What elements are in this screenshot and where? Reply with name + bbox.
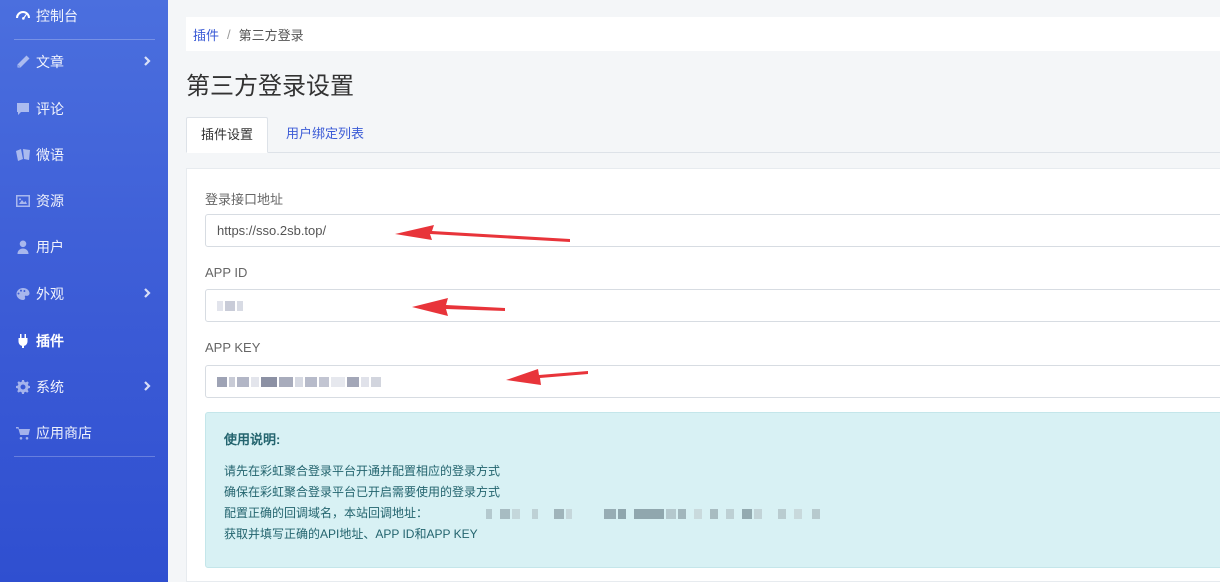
sidebar-item-label: 微语 [36, 147, 64, 163]
gear-icon [14, 378, 32, 396]
pencil-icon [14, 53, 32, 71]
sidebar-item-plugin[interactable]: 插件 [0, 329, 168, 353]
breadcrumb: 插件 / 第三方登录 [186, 17, 1220, 51]
sidebar-item-label: 控制台 [36, 8, 78, 24]
sidebar-item-label: 资源 [36, 193, 64, 209]
sidebar: 控制台 文章 评论 微语 资源 用户 外观 插件 系统 应用商店 [0, 0, 168, 582]
notice-line: 配置正确的回调域名，本站回调地址： [224, 503, 821, 524]
login-url-label: 登录接口地址 [205, 192, 284, 207]
app-key-label: APP KEY [205, 340, 261, 355]
sidebar-item-label: 插件 [36, 333, 64, 349]
sidebar-item-resource[interactable]: 资源 [0, 189, 168, 213]
sidebar-item-article[interactable]: 文章 [0, 50, 168, 74]
breadcrumb-link-plugin[interactable]: 插件 [193, 25, 219, 44]
sidebar-divider [14, 456, 155, 457]
sidebar-item-appearance[interactable]: 外观 [0, 282, 168, 306]
chevron-right-icon [140, 379, 154, 393]
gauge-icon [14, 7, 32, 25]
login-url-input[interactable]: https://sso.2sb.top/ [205, 214, 1220, 247]
sidebar-item-label: 用户 [36, 239, 64, 255]
chevron-right-icon [140, 286, 154, 300]
sidebar-item-label: 系统 [36, 379, 64, 395]
login-url-value: https://sso.2sb.top/ [217, 223, 327, 238]
sidebar-item-label: 文章 [36, 54, 64, 70]
sidebar-item-user[interactable]: 用户 [0, 235, 168, 259]
app-key-input[interactable] [205, 365, 1220, 398]
settings-panel: 登录接口地址 https://sso.2sb.top/ APP ID APP K… [186, 168, 1220, 582]
chevron-right-icon [140, 54, 154, 68]
app-id-label: APP ID [205, 265, 248, 280]
sidebar-item-app-store[interactable]: 应用商店 [0, 421, 168, 445]
sidebar-item-weiyu[interactable]: 微语 [0, 143, 168, 167]
tab-user-binding-list[interactable]: 用户绑定列表 [272, 117, 378, 153]
user-icon [14, 238, 32, 256]
app-key-blurred-value [217, 376, 381, 387]
sidebar-divider [14, 39, 155, 40]
cart-icon [14, 424, 32, 442]
breadcrumb-separator: / [227, 26, 231, 42]
notice-line: 确保在彩虹聚合登录平台已开启需要使用的登录方式 [224, 485, 501, 499]
notice-line: 获取并填写正确的API地址、APP ID和APP KEY [224, 527, 478, 541]
app-id-input[interactable] [205, 289, 1220, 322]
annotation-arrow-icon [395, 225, 570, 242]
tab-bar: 插件设置 用户绑定列表 [186, 117, 1220, 153]
sidebar-item-label: 评论 [36, 101, 64, 117]
message-icon [14, 146, 32, 164]
breadcrumb-current: 第三方登录 [238, 27, 304, 43]
notice-line: 请先在彩虹聚合登录平台开通并配置相应的登录方式 [224, 464, 501, 478]
tab-plugin-settings[interactable]: 插件设置 [186, 117, 269, 153]
page-title: 第三方登录设置 [186, 73, 354, 100]
sidebar-item-dashboard[interactable]: 控制台 [0, 4, 168, 28]
plug-icon [14, 332, 32, 350]
image-icon [14, 192, 32, 210]
annotation-arrow-icon [506, 369, 588, 385]
sidebar-item-label: 外观 [36, 286, 64, 302]
comment-icon [14, 100, 32, 118]
callback-url-blurred [486, 508, 821, 519]
sidebar-item-label: 应用商店 [36, 425, 92, 441]
app-id-blurred-value [217, 300, 243, 311]
sidebar-item-system[interactable]: 系统 [0, 375, 168, 399]
usage-notice: 使用说明: 请先在彩虹聚合登录平台开通并配置相应的登录方式 确保在彩虹聚合登录平… [205, 412, 1220, 568]
notice-line-text: 配置正确的回调域名，本站回调地址： [224, 506, 429, 520]
sidebar-item-comment[interactable]: 评论 [0, 97, 168, 121]
annotation-arrow-icon [412, 298, 505, 316]
paint-icon [14, 285, 32, 303]
notice-title: 使用说明: [224, 432, 281, 447]
